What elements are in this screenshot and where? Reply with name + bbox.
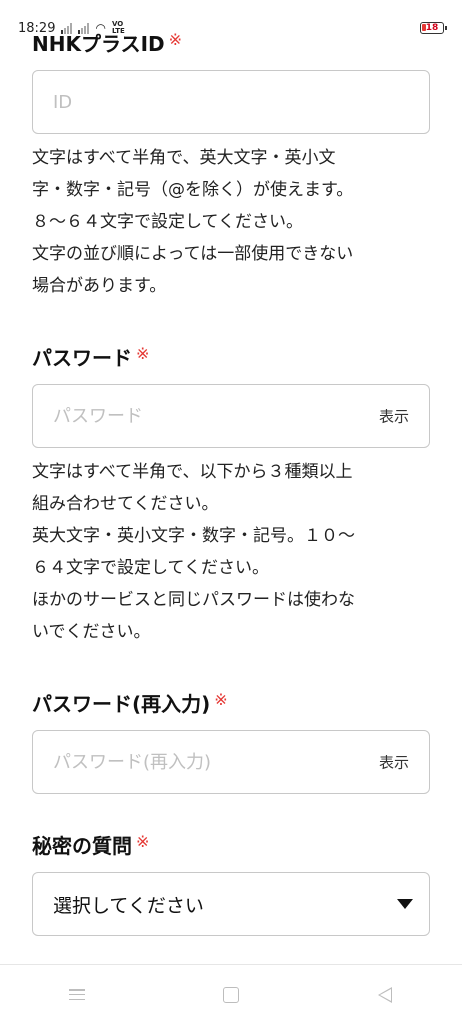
password-help-line: ６４文字で設定してください。 [32,558,269,578]
required-mark: ※ [168,30,183,49]
password-input[interactable] [53,405,409,427]
id-help: 文字はすべて半角で、英大文字・英小文 字・数字・記号（@を除く）が使えます。 ８… [32,142,430,302]
password-help-line: いでください。 [32,622,151,642]
password-help: 文字はすべて半角で、以下から３種類以上 組み合わせてください。 英大文字・英小文… [32,456,430,648]
field-password-confirm: パスワード(再入力) ※ 表示 [0,690,462,794]
id-label-text: NHKプラスID [32,32,165,56]
password-confirm-show-button[interactable]: 表示 [379,752,409,773]
id-help-line: ８〜６４文字で設定してください。 [32,212,303,232]
id-help-line: 文字はすべて半角で、英大文字・英小文 [32,148,336,168]
password-label: パスワード ※ [32,344,430,372]
secret-question-label: 秘密の質問 ※ [32,832,430,860]
secret-question-selected: 選択してください [53,894,204,917]
nav-menu-button[interactable] [57,980,97,1010]
password-show-button[interactable]: 表示 [379,406,409,427]
nav-home-button[interactable] [211,980,251,1010]
id-label: NHKプラスID ※ [32,30,430,58]
square-icon [223,986,239,1003]
required-mark: ※ [214,690,228,709]
password-confirm-input[interactable] [53,751,409,773]
id-input-box[interactable] [32,70,430,134]
password-confirm-input-box[interactable]: 表示 [32,730,430,794]
id-help-line: 場合があります。 [32,276,167,296]
dropdown-caret-icon [397,899,413,909]
secret-question-label-text: 秘密の質問 [32,834,132,858]
password-input-box[interactable]: 表示 [32,384,430,448]
id-input[interactable] [53,91,409,113]
password-help-line: 組み合わせてください。 [32,494,219,514]
back-triangle-icon [378,986,392,1003]
required-mark: ※ [136,832,150,851]
field-nhk-plus-id: NHKプラスID ※ 文字はすべて半角で、英大文字・英小文 字・数字・記号（@を… [0,30,462,302]
id-help-line: 文字の並び順によっては一部使用できない [32,244,354,264]
password-help-line: 英大文字・英小文字・数字・記号。１０〜 [32,526,355,546]
field-secret-question: 秘密の質問 ※ 選択してください [0,832,462,936]
secret-question-select[interactable]: 選択してください [32,872,430,936]
form-content: NHKプラスID ※ 文字はすべて半角で、英大文字・英小文 字・数字・記号（@を… [0,30,462,936]
field-password: パスワード ※ 表示 文字はすべて半角で、以下から３種類以上 組み合わせてくださ… [0,344,462,648]
password-help-line: 文字はすべて半角で、以下から３種類以上 [32,462,353,482]
password-confirm-label-text: パスワード(再入力) [32,692,211,716]
android-nav-bar [0,964,462,1024]
nav-back-button[interactable] [365,980,405,1010]
id-help-line: 字・数字・記号（@を除く）が使えます。 [32,180,354,200]
password-confirm-label: パスワード(再入力) ※ [32,690,430,718]
required-mark: ※ [136,344,150,363]
menu-icon [69,989,85,1000]
password-label-text: パスワード [32,346,132,370]
password-help-line: ほかのサービスと同じパスワードは使わな [32,590,355,610]
